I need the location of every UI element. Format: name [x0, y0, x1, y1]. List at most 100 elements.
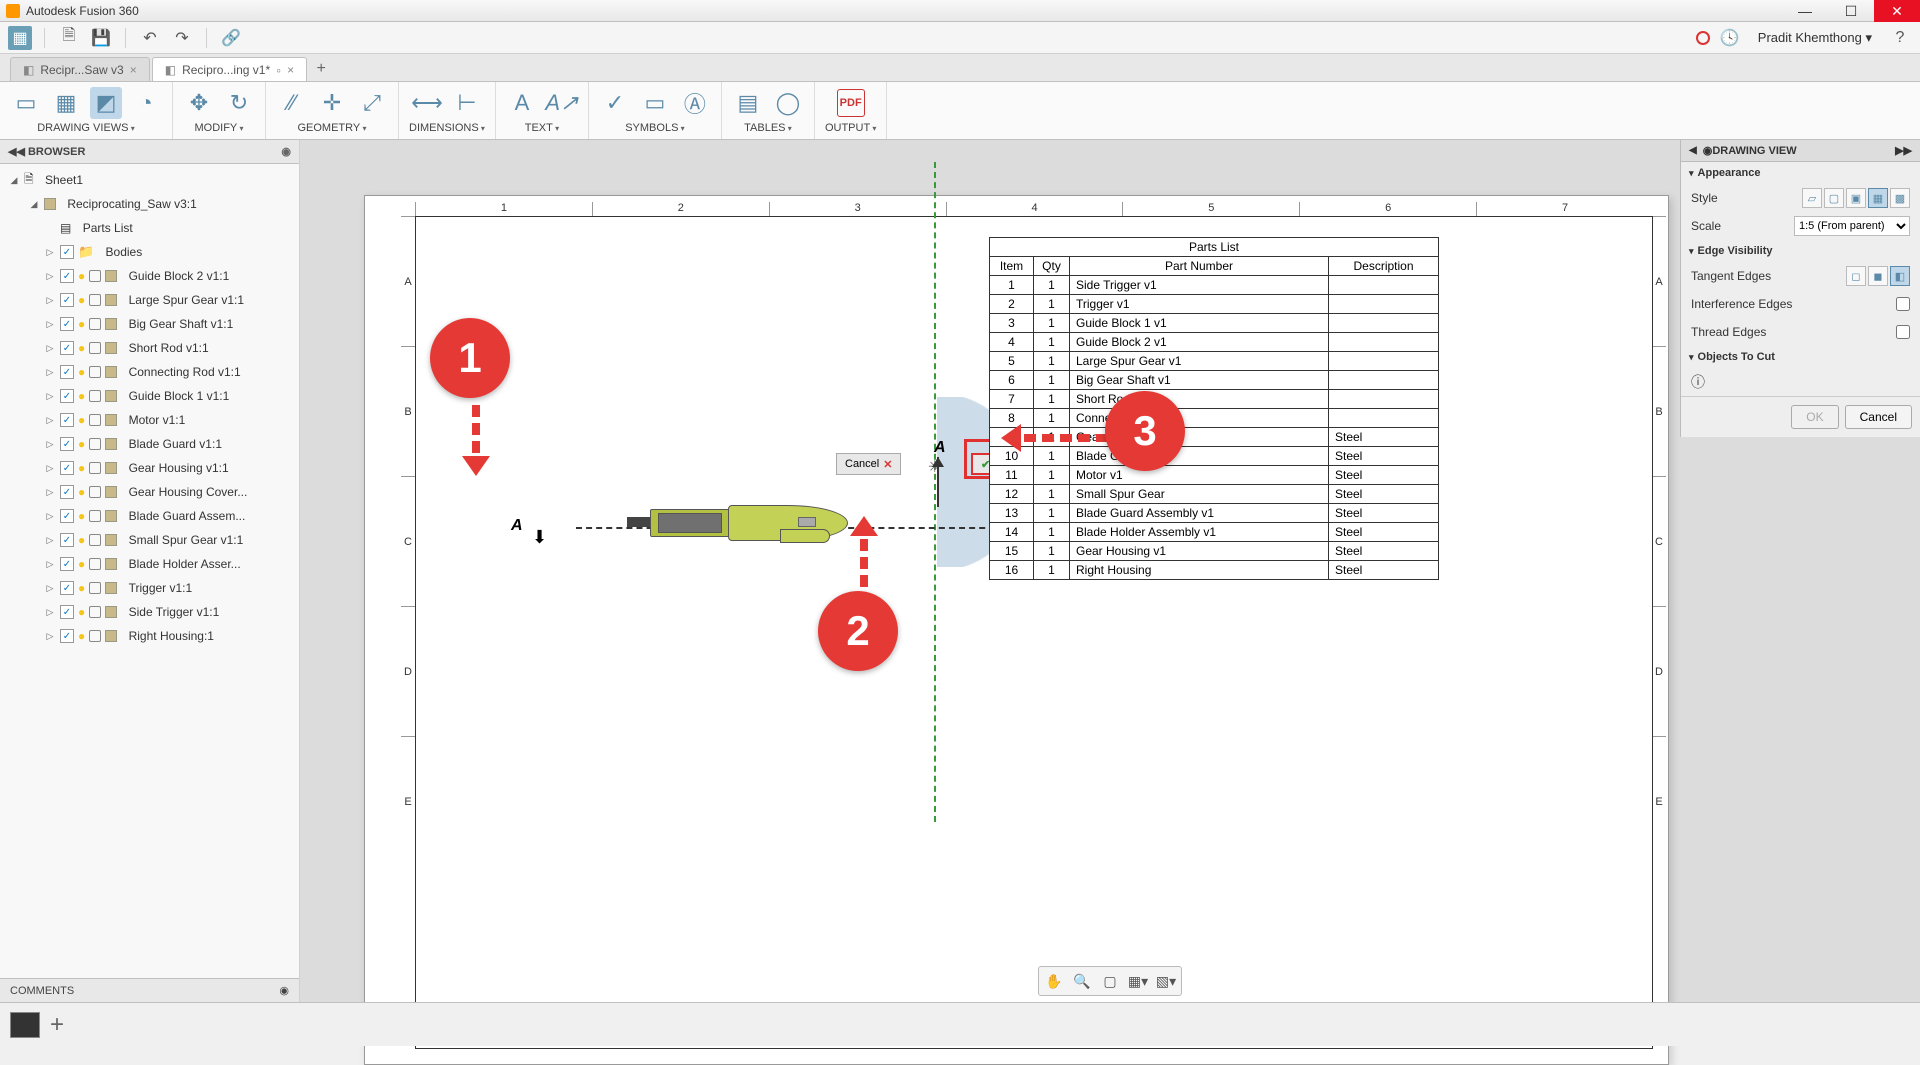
edge-extension-icon[interactable]: ⤢: [356, 87, 388, 119]
user-menu[interactable]: Pradit Khemthong ▾: [1750, 30, 1880, 46]
ok-button[interactable]: OK: [1791, 405, 1838, 429]
table-row[interactable]: 11Side Trigger v1: [990, 276, 1439, 295]
output-pdf-icon[interactable]: PDF: [837, 89, 865, 117]
rotate-icon[interactable]: ↻: [223, 87, 255, 119]
balloon-icon[interactable]: ◯: [772, 87, 804, 119]
style-shaded-visible-icon[interactable]: ▩: [1890, 188, 1910, 208]
tree-item[interactable]: ▷✓● Short Rod v1:1: [0, 336, 299, 360]
style-shaded-icon[interactable]: ▣: [1846, 188, 1866, 208]
tree-item[interactable]: ▷✓● Blade Guard Assem...: [0, 504, 299, 528]
section-edge-visibility[interactable]: Edge Visibility: [1681, 240, 1920, 262]
expand-icon[interactable]: ▶▶: [1895, 144, 1912, 157]
tree-assembly[interactable]: ◢ Reciprocating_Saw v3:1: [0, 192, 299, 216]
fit-icon[interactable]: ▢: [1097, 969, 1123, 993]
dimension-icon[interactable]: ⟷: [411, 87, 443, 119]
tree-item[interactable]: ▷✓● Guide Block 1 v1:1: [0, 384, 299, 408]
scale-select[interactable]: 1:5 (From parent): [1794, 216, 1910, 236]
table-row[interactable]: 31Guide Block 1 v1: [990, 314, 1439, 333]
table-row[interactable]: 71Short Rod v1: [990, 390, 1439, 409]
projected-view-icon[interactable]: ▦: [50, 87, 82, 119]
maximize-button[interactable]: ☐: [1828, 0, 1874, 22]
tree-item[interactable]: ▷✓● Blade Holder Asser...: [0, 552, 299, 576]
base-view-icon[interactable]: ▭: [10, 87, 42, 119]
move-icon[interactable]: ✥: [183, 87, 215, 119]
centerline-icon[interactable]: ⁄⁄: [276, 87, 308, 119]
cancel-button[interactable]: Cancel✕: [836, 453, 901, 475]
undo-icon[interactable]: ↶: [138, 26, 162, 50]
tree-item[interactable]: ▷✓● Gear Housing v1:1: [0, 456, 299, 480]
tree-item[interactable]: ▷✓● Small Spur Gear v1:1: [0, 528, 299, 552]
layout-grid-icon[interactable]: ▧▾: [1153, 969, 1179, 993]
style-hidden-icon[interactable]: ▢: [1824, 188, 1844, 208]
tree-item[interactable]: ▷✓● Trigger v1:1: [0, 576, 299, 600]
minimize-button[interactable]: —: [1782, 0, 1828, 22]
leader-text-icon[interactable]: A↗: [546, 87, 578, 119]
sheet-thumbnail[interactable]: [10, 1012, 40, 1038]
table-row[interactable]: 61Big Gear Shaft v1: [990, 371, 1439, 390]
interference-checkbox[interactable]: [1896, 297, 1910, 311]
table-row[interactable]: 21Trigger v1: [990, 295, 1439, 314]
style-wireframe-icon[interactable]: ▱: [1802, 188, 1822, 208]
table-row[interactable]: 111Motor v1Steel: [990, 466, 1439, 485]
table-row[interactable]: 161Right HousingSteel: [990, 561, 1439, 580]
parts-list-table[interactable]: Parts List Item Qty Part Number Descript…: [989, 237, 1439, 580]
link-icon[interactable]: 🔗: [219, 26, 243, 50]
tree-parts-list[interactable]: ▤ Parts List: [0, 216, 299, 240]
table-row[interactable]: 151Gear Housing v1Steel: [990, 542, 1439, 561]
clock-icon[interactable]: 🕓: [1718, 26, 1742, 50]
tree-item[interactable]: ▷✓● Side Trigger v1:1: [0, 600, 299, 624]
surface-texture-icon[interactable]: ✓: [599, 87, 631, 119]
table-row[interactable]: 51Large Spur Gear v1: [990, 352, 1439, 371]
table-icon[interactable]: ▤: [732, 87, 764, 119]
comments-panel[interactable]: COMMENTS◉: [0, 978, 299, 1002]
text-icon[interactable]: A: [506, 87, 538, 119]
center-mark-icon[interactable]: ✛: [316, 87, 348, 119]
tree-item[interactable]: ▷✓● Connecting Rod v1:1: [0, 360, 299, 384]
detail-view-icon[interactable]: ◔: [130, 87, 162, 119]
tab-recipro-saw-v3[interactable]: ◧ Recipr...Saw v3 ×: [10, 57, 150, 81]
tangent-full-icon[interactable]: ◧: [1890, 266, 1910, 286]
tangent-short-icon[interactable]: ◼: [1868, 266, 1888, 286]
close-icon[interactable]: ×: [130, 63, 137, 77]
section-view-icon[interactable]: ◩: [90, 87, 122, 119]
drawing-view-saw[interactable]: [632, 499, 842, 549]
datum-icon[interactable]: Ⓐ: [679, 87, 711, 119]
info-icon[interactable]: ⓘ: [1691, 372, 1705, 392]
feature-control-icon[interactable]: ▭: [639, 87, 671, 119]
table-row[interactable]: 141Blade Holder Assembly v1Steel: [990, 523, 1439, 542]
pan-icon[interactable]: ✋: [1041, 969, 1067, 993]
redo-icon[interactable]: ↷: [170, 26, 194, 50]
new-file-icon[interactable]: 🗎: [57, 26, 81, 50]
section-appearance[interactable]: Appearance: [1681, 162, 1920, 184]
record-icon[interactable]: [1696, 31, 1710, 45]
tree-bodies-folder[interactable]: ▷✓📁 Bodies: [0, 240, 299, 264]
table-row[interactable]: 131Blade Guard Assembly v1Steel: [990, 504, 1439, 523]
browser-header[interactable]: ◀◀ BROWSER ◉: [0, 140, 299, 164]
tree-item[interactable]: ▷✓● Motor v1:1: [0, 408, 299, 432]
tree-item[interactable]: ▷✓● Blade Guard v1:1: [0, 432, 299, 456]
drawing-sheet[interactable]: 1234567 ABCDE ABCDE ✳ A ⬇ A: [364, 195, 1669, 1065]
tree-item[interactable]: ▷✓● Large Spur Gear v1:1: [0, 288, 299, 312]
table-row[interactable]: 121Small Spur GearSteel: [990, 485, 1439, 504]
tree-item[interactable]: ▷✓● Right Housing:1: [0, 624, 299, 648]
tab-reciprocating-v1[interactable]: ◧ Recipro...ing v1* ◦ ×: [152, 57, 307, 81]
pin-icon[interactable]: ◀: [1689, 145, 1697, 156]
section-objects-to-cut[interactable]: Objects To Cut: [1681, 346, 1920, 368]
style-shaded-hidden-icon[interactable]: ▦: [1868, 188, 1888, 208]
cancel-button[interactable]: Cancel: [1845, 405, 1912, 429]
zoom-icon[interactable]: 🔍: [1069, 969, 1095, 993]
tree-item[interactable]: ▷✓● Gear Housing Cover...: [0, 480, 299, 504]
save-icon[interactable]: 💾: [89, 26, 113, 50]
apps-grid-icon[interactable]: ▦: [8, 26, 32, 50]
panel-header[interactable]: ◀ ◉ DRAWING VIEW ▶▶: [1681, 140, 1920, 162]
tangent-off-icon[interactable]: ◻: [1846, 266, 1866, 286]
pin-icon[interactable]: ◉: [281, 145, 291, 158]
display-style-icon[interactable]: ▦▾: [1125, 969, 1151, 993]
tree-sheet1[interactable]: ◢🗎 Sheet1: [0, 168, 299, 192]
close-icon[interactable]: ×: [287, 63, 294, 77]
thread-checkbox[interactable]: [1896, 325, 1910, 339]
close-button[interactable]: ✕: [1874, 0, 1920, 22]
tree-item[interactable]: ▷✓● Big Gear Shaft v1:1: [0, 312, 299, 336]
help-icon[interactable]: ?: [1888, 26, 1912, 50]
table-row[interactable]: 41Guide Block 2 v1: [990, 333, 1439, 352]
